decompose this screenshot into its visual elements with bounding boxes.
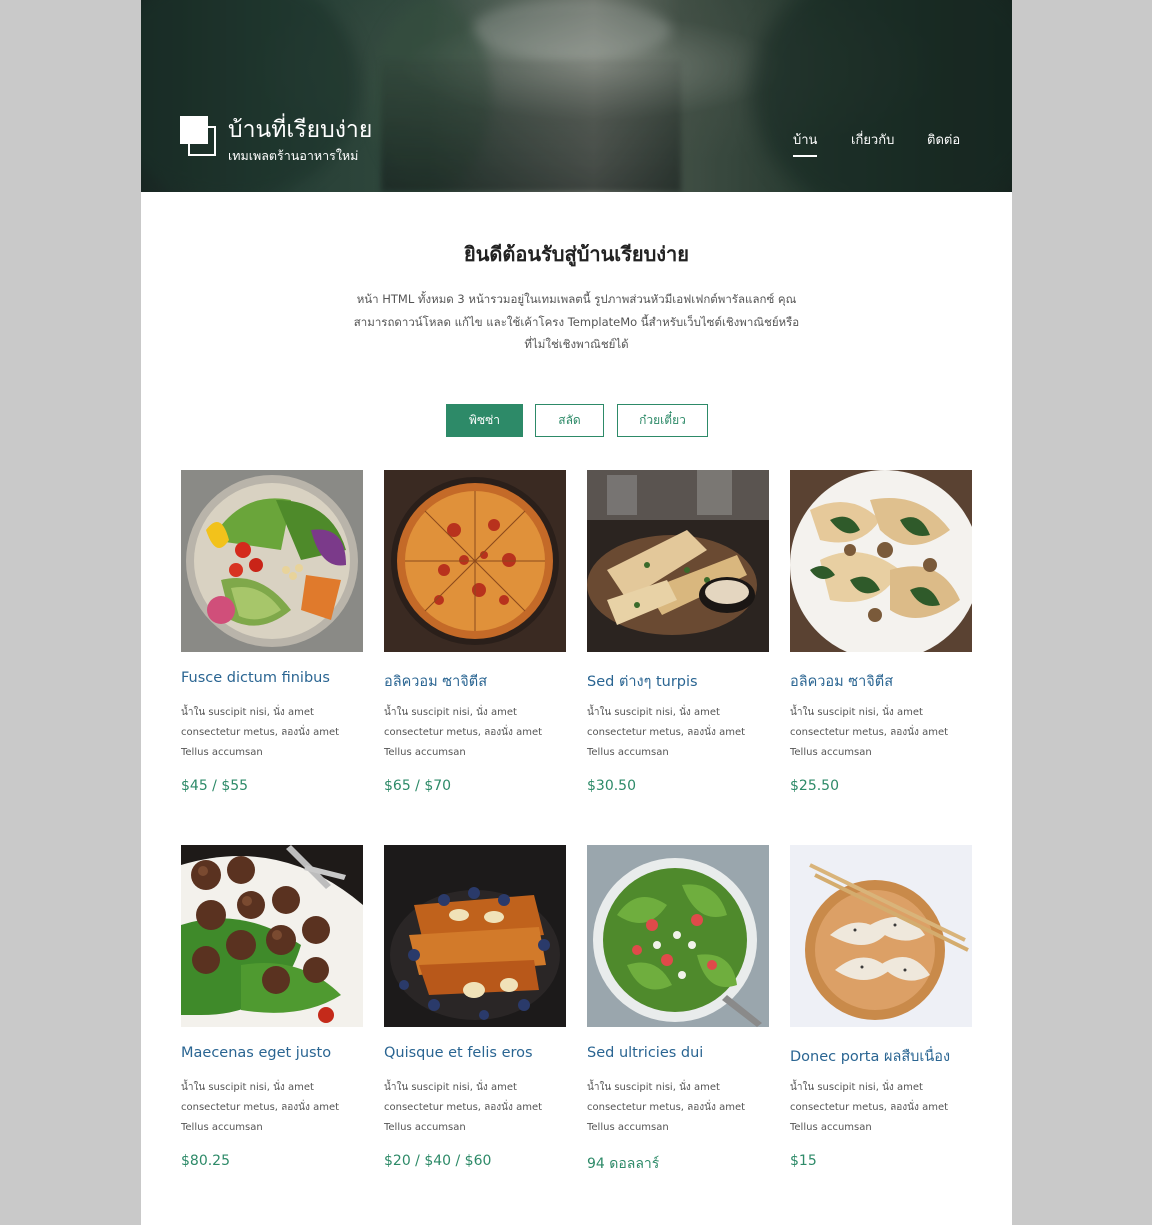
intro-title: ยินดีต้อนรับสู่บ้านเรียบง่าย [464, 242, 689, 266]
menu-item-description: น้ำใน suscipit nisi, นั่ง amet consectet… [790, 703, 980, 763]
menu-item-desc-line: Tellus accumsan [790, 747, 872, 758]
hero-header: บ้านที่เรียบง่าย เทมเพลตร้านอาหารใหม่ บ้… [141, 0, 1012, 192]
menu-item-desc-line: น้ำใน suscipit nisi, นั่ง amet [384, 1082, 517, 1093]
french-toast-image[interactable] [384, 845, 566, 1027]
tab-salad[interactable]: สลัด [535, 404, 604, 437]
menu-item-name[interactable]: Quisque et felis eros [384, 1045, 584, 1061]
menu-item-name[interactable]: Maecenas eget justo [181, 1045, 381, 1061]
menu-item-desc-line: Tellus accumsan [790, 1122, 872, 1133]
grilled-dish-image[interactable] [587, 470, 769, 652]
menu-item-description: น้ำใน suscipit nisi, นั่ง amet consectet… [181, 703, 371, 763]
menu-item-name[interactable]: Fusce dictum finibus [181, 670, 381, 686]
menu-item-desc-line: consectetur metus, ลองนั่ง amet [181, 727, 340, 738]
menu-item-desc-line: consectetur metus, ลองนั่ง amet [384, 1102, 543, 1113]
intro-text: หน้า HTML ทั้งหมด 3 หน้ารวมอยู่ในเทมเพลต… [346, 288, 807, 356]
menu-item-desc-line: Tellus accumsan [587, 747, 669, 758]
menu-item-name[interactable]: Donec porta ผลสืบเนื่อง [790, 1045, 990, 1068]
menu-item-price: $80.25 [181, 1153, 230, 1169]
menu-item-desc-line: น้ำใน suscipit nisi, นั่ง amet [181, 707, 314, 718]
intro-line: สามารถดาวน์โหลด แก้ไข และใช้เค้าโครง Tem… [353, 314, 800, 329]
pasta-image[interactable] [790, 470, 972, 652]
menu-item-name[interactable]: อลิควอม ซาจิตีส [790, 670, 990, 693]
menu-item-desc-line: น้ำใน suscipit nisi, นั่ง amet [181, 1082, 314, 1093]
menu-item-price: $65 / $70 [384, 778, 452, 794]
intro-line: ที่ไม่ใช่เชิงพาณิชย์ได้ [524, 337, 629, 351]
main-nav: บ้าน เกี่ยวกับ ติดต่อ [141, 129, 1012, 159]
tab-noodles[interactable]: ก๋วยเตี๋ยว [617, 404, 708, 437]
meatballs-image[interactable] [181, 845, 363, 1027]
menu-item-desc-line: Tellus accumsan [587, 1122, 669, 1133]
menu-item-desc-line: consectetur metus, ลองนั่ง amet [790, 727, 949, 738]
menu-item-description: น้ำใน suscipit nisi, นั่ง amet consectet… [384, 1078, 574, 1138]
intro-line: หน้า HTML ทั้งหมด 3 หน้ารวมอยู่ในเทมเพลต… [356, 292, 797, 306]
page-container: บ้านที่เรียบง่าย เทมเพลตร้านอาหารใหม่ บ้… [141, 0, 1012, 1225]
menu-item-desc-line: consectetur metus, ลองนั่ง amet [384, 727, 543, 738]
menu-item-desc-line: Tellus accumsan [181, 1122, 263, 1133]
menu-item-desc-line: น้ำใน suscipit nisi, นั่ง amet [790, 707, 923, 718]
menu-item-desc-line: น้ำใน suscipit nisi, นั่ง amet [587, 1082, 720, 1093]
pizza-image[interactable] [384, 470, 566, 652]
menu-item-desc-line: Tellus accumsan [384, 1122, 466, 1133]
menu-item-desc-line: consectetur metus, ลองนั่ง amet [587, 1102, 746, 1113]
menu-item-price: $15 [790, 1153, 817, 1169]
menu-item-price: $45 / $55 [181, 778, 249, 794]
menu-item-desc-line: น้ำใน suscipit nisi, นั่ง amet [384, 707, 517, 718]
tab-pizza[interactable]: พิซซ่า [446, 404, 523, 437]
menu-item-desc-line: Tellus accumsan [181, 747, 263, 758]
menu-item-description: น้ำใน suscipit nisi, นั่ง amet consectet… [384, 703, 574, 763]
menu-item-desc-line: น้ำใน suscipit nisi, นั่ง amet [587, 707, 720, 718]
nav-home-link[interactable]: บ้าน [793, 129, 818, 157]
menu-item-name[interactable]: Sed ต่างๆ turpis [587, 670, 787, 693]
menu-item-description: น้ำใน suscipit nisi, นั่ง amet consectet… [181, 1078, 371, 1138]
menu-item-desc-line: consectetur metus, ลองนั่ง amet [181, 1102, 340, 1113]
menu-item-price: 94 ดอลลาร์ [587, 1156, 660, 1172]
green-salad-image[interactable] [587, 845, 769, 1027]
menu-item-price: $25.50 [790, 778, 839, 794]
menu-item-desc-line: น้ำใน suscipit nisi, นั่ง amet [790, 1082, 923, 1093]
menu-item-description: น้ำใน suscipit nisi, นั่ง amet consectet… [587, 703, 777, 763]
nav-contact-link[interactable]: ติดต่อ [927, 129, 960, 150]
salad-bowl-image[interactable] [181, 470, 363, 652]
menu-item-description: น้ำใน suscipit nisi, นั่ง amet consectet… [587, 1078, 777, 1138]
dumplings-image[interactable] [790, 845, 972, 1027]
menu-item-desc-line: consectetur metus, ลองนั่ง amet [790, 1102, 949, 1113]
menu-item-description: น้ำใน suscipit nisi, นั่ง amet consectet… [790, 1078, 980, 1138]
nav-about-link[interactable]: เกี่ยวกับ [851, 129, 894, 150]
menu-item-price: $20 / $40 / $60 [384, 1153, 492, 1169]
menu-item-price: $30.50 [587, 778, 636, 794]
menu-item-desc-line: consectetur metus, ลองนั่ง amet [587, 727, 746, 738]
menu-item-desc-line: Tellus accumsan [384, 747, 466, 758]
menu-item-name[interactable]: Sed ultricies dui [587, 1045, 787, 1061]
menu-item-name[interactable]: อลิควอม ซาจิตีส [384, 670, 584, 693]
